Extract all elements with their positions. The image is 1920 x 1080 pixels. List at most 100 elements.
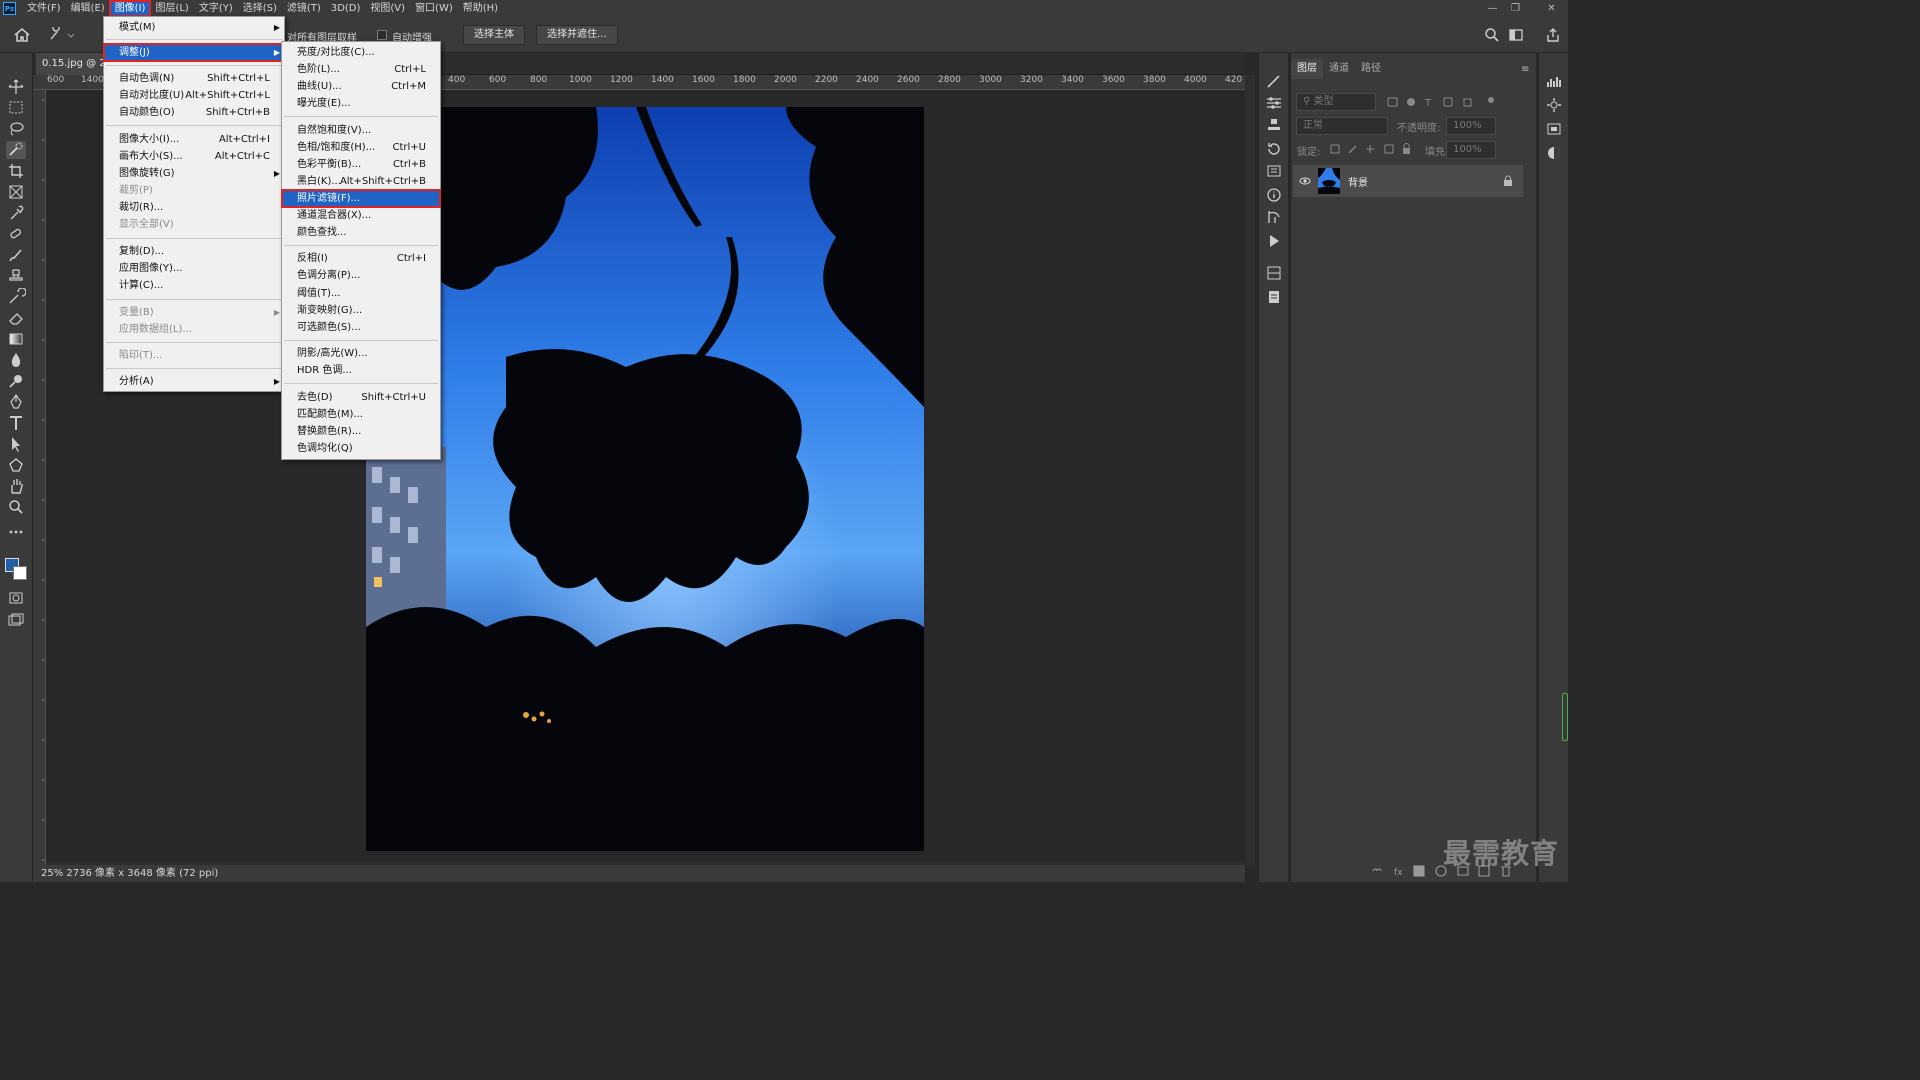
fill-input[interactable]: 100% [1446, 141, 1496, 159]
brush-tool-icon[interactable] [6, 246, 26, 264]
path-selection-tool-icon[interactable] [6, 435, 26, 453]
restore-icon[interactable]: ❐ [1504, 0, 1527, 17]
menu-item-desaturate[interactable]: 去色(D) Shift+Ctrl+U [282, 389, 440, 406]
background-color-swatch[interactable] [13, 566, 27, 580]
menu-item-hue-saturation[interactable]: 色相/饱和度(H)... Ctrl+U [282, 139, 440, 156]
menu-item-selective-color[interactable]: 可选颜色(S)... [282, 319, 440, 336]
move-tool-icon[interactable] [6, 78, 26, 96]
hand-tool-icon[interactable] [6, 477, 26, 495]
notes-icon[interactable] [1265, 289, 1283, 305]
auto-enhance-checkbox[interactable] [377, 30, 387, 40]
menu-filter[interactable]: 滤镜(T) [282, 1, 326, 16]
workspace-icon[interactable] [1508, 27, 1524, 43]
menu-item-equalize[interactable]: 色调均化(Q) [282, 440, 440, 457]
layer-row-background[interactable]: 背景 [1293, 165, 1523, 197]
marquee-tool-icon[interactable] [6, 99, 26, 117]
menu-item-canvas-size[interactable]: 画布大小(S)... Alt+Ctrl+C [104, 148, 284, 165]
panel-menu-icon[interactable]: ≡ [1521, 64, 1529, 75]
tab-layers[interactable]: 图层 [1291, 59, 1323, 79]
menu-edit[interactable]: 编辑(E) [66, 1, 110, 16]
eraser-tool-icon[interactable] [6, 309, 26, 327]
menu-type[interactable]: 文字(Y) [194, 1, 238, 16]
layer-filter-icons[interactable]: T [1386, 96, 1496, 108]
menu-item-color-lookup[interactable]: 颜色查找... [282, 224, 440, 241]
menu-select[interactable]: 选择(S) [238, 1, 282, 16]
opacity-input[interactable]: 100% [1446, 117, 1496, 135]
menu-item-black-white[interactable]: 黑白(K)... Alt+Shift+Ctrl+B [282, 173, 440, 190]
home-icon[interactable] [12, 26, 32, 44]
eye-icon[interactable] [1299, 175, 1311, 187]
menu-item-color-balance[interactable]: 色彩平衡(B)... Ctrl+B [282, 156, 440, 173]
menu-item-auto-contrast[interactable]: 自动对比度(U) Alt+Shift+Ctrl+L [104, 87, 284, 104]
menu-item-vibrance[interactable]: 自然饱和度(V)... [282, 122, 440, 139]
histogram-icon[interactable] [1546, 73, 1562, 89]
eyedropper-tool-icon[interactable] [6, 204, 26, 222]
menu-item-exposure[interactable]: 曝光度(E)... [282, 95, 440, 112]
quick-selection-tool-icon[interactable] [6, 141, 26, 159]
frame-tool-icon[interactable] [6, 183, 26, 201]
minimize-icon[interactable]: — [1481, 0, 1504, 17]
info-icon[interactable] [1265, 187, 1283, 203]
menu-view[interactable]: 视图(V) [365, 1, 410, 16]
history-brush-tool-icon[interactable] [6, 288, 26, 306]
menu-3d[interactable]: 3D(D) [326, 1, 366, 16]
menu-image[interactable]: 图像(I) [108, 0, 152, 17]
menu-item-photo-filter[interactable]: 照片滤镜(F)... [281, 189, 441, 208]
menu-item-posterize[interactable]: 色调分离(P)... [282, 267, 440, 284]
menu-item-trim[interactable]: 裁切(R)... [104, 199, 284, 216]
menu-item-brightness-contrast[interactable]: 亮度/对比度(C)... [282, 44, 440, 61]
swatches-icon[interactable] [1546, 121, 1562, 137]
select-and-mask-button[interactable]: 选择并遮住... [536, 25, 618, 45]
layer-kind-filter[interactable]: ⚲ 类型 [1296, 93, 1376, 111]
close-icon[interactable]: ✕ [1540, 0, 1563, 17]
pen-tool-icon[interactable] [6, 393, 26, 411]
panel-scroll-indicator[interactable] [1562, 693, 1568, 741]
select-subject-button[interactable]: 选择主体 [463, 25, 525, 45]
clone-stamp-tool-icon[interactable] [6, 267, 26, 285]
menu-window[interactable]: 窗口(W) [410, 1, 458, 16]
quick-mask-icon[interactable] [6, 589, 26, 607]
menu-item-auto-color[interactable]: 自动颜色(O) Shift+Ctrl+B [104, 104, 284, 121]
menu-help[interactable]: 帮助(H) [458, 1, 503, 16]
brush-settings-icon[interactable] [1265, 73, 1283, 89]
lasso-tool-icon[interactable] [6, 120, 26, 138]
menu-item-levels[interactable]: 色阶(L)... Ctrl+L [282, 61, 440, 78]
menu-item-channel-mixer[interactable]: 通道混合器(X)... [282, 207, 440, 224]
adjustments-icon[interactable] [1265, 95, 1283, 111]
navigator-icon[interactable] [1546, 97, 1562, 113]
menu-item-threshold[interactable]: 阈值(T)... [282, 285, 440, 302]
clone-source-icon[interactable] [1265, 117, 1283, 133]
menu-layer[interactable]: 图层(L) [150, 1, 193, 16]
blur-tool-icon[interactable] [6, 351, 26, 369]
menu-item-image-rotation[interactable]: 图像旋转(G) ▶ [104, 165, 284, 182]
tab-channels[interactable]: 通道 [1323, 59, 1355, 79]
menu-item-replace-color[interactable]: 替换颜色(R)... [282, 423, 440, 440]
vertical-scrollbar[interactable] [1245, 75, 1255, 865]
libraries-icon[interactable] [1265, 265, 1283, 281]
menu-item-image-size[interactable]: 图像大小(I)... Alt+Ctrl+I [104, 131, 284, 148]
screen-mode-icon[interactable] [6, 611, 26, 629]
menu-item-calculations[interactable]: 计算(C)... [104, 277, 284, 294]
menu-item-hdr-toning[interactable]: HDR 色调... [282, 362, 440, 379]
gradient-tool-icon[interactable] [6, 330, 26, 348]
share-icon[interactable] [1545, 27, 1561, 43]
properties-icon[interactable] [1265, 163, 1283, 179]
menu-item-gradient-map[interactable]: 渐变映射(G)... [282, 302, 440, 319]
menu-item-mode[interactable]: 模式(M) ▶ [104, 19, 284, 36]
custom-shape-tool-icon[interactable] [6, 456, 26, 474]
menu-item-apply-image[interactable]: 应用图像(Y)... [104, 260, 284, 277]
actions-play-icon[interactable] [1265, 233, 1283, 249]
color-icon[interactable] [1546, 145, 1562, 161]
crop-tool-icon[interactable] [6, 162, 26, 180]
menu-item-shadows-highlights[interactable]: 阴影/高光(W)... [282, 345, 440, 362]
quick-selection-preset-icon[interactable] [48, 27, 76, 43]
dodge-tool-icon[interactable] [6, 372, 26, 390]
menu-item-auto-tone[interactable]: 自动色调(N) Shift+Ctrl+L [104, 70, 284, 87]
menu-item-adjustments[interactable]: 调整(J) ▶ [103, 43, 285, 62]
more-tools-icon[interactable] [6, 523, 26, 541]
search-icon[interactable] [1484, 27, 1500, 43]
type-tool-icon[interactable] [6, 414, 26, 432]
healing-brush-tool-icon[interactable] [6, 225, 26, 243]
blend-mode-select[interactable]: 正常 [1296, 117, 1388, 135]
menu-file[interactable]: 文件(F) [22, 1, 66, 16]
